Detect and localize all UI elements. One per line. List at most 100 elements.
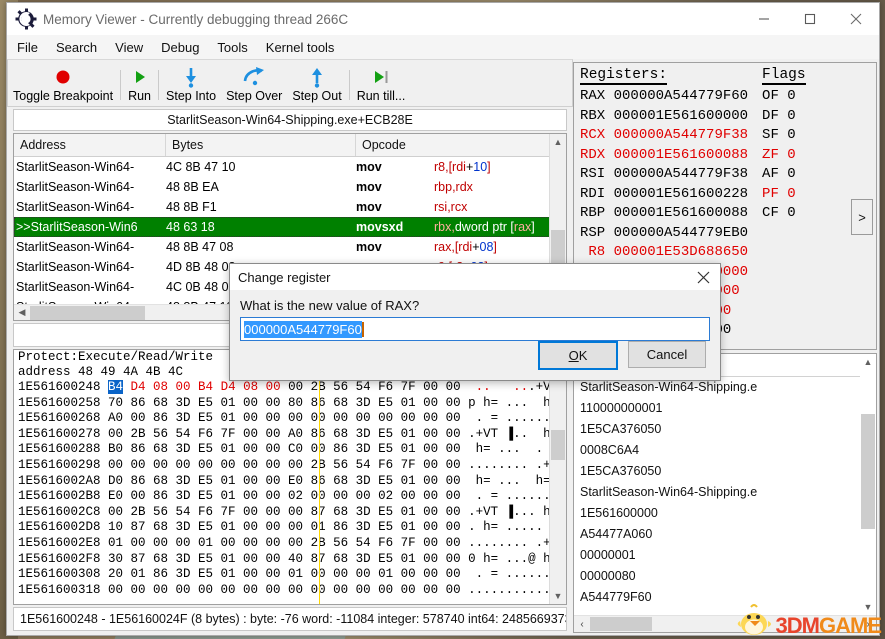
hex-row[interactable]: 1E5616002D8 10 87 68 3D E5 01 00 00 00 0…: [18, 520, 566, 536]
flags-column: Flags OF 0 DF 0 SF 0 ZF 0 AF 0 PF 0 CF 0: [762, 67, 806, 341]
register-row-rax[interactable]: RAX 000000A544779F60: [580, 88, 748, 104]
list-item[interactable]: 110000000001: [580, 398, 876, 419]
register-row-rsp[interactable]: RSP 000000A544779EB0: [580, 224, 748, 244]
scroll-down-icon[interactable]: ▼: [550, 588, 566, 604]
row-operands: r8,[rdi+10]: [434, 160, 491, 174]
hex-row[interactable]: 1E5616002E8 01 00 00 00 01 00 00 00 00 2…: [18, 536, 566, 552]
register-row-rcx[interactable]: RCX 000000A544779F38: [580, 126, 748, 146]
row-operands: rax,[rdi+08]: [434, 240, 497, 254]
hex-row[interactable]: 1E561600268 A0 00 86 3D E5 01 00 00 00 0…: [18, 411, 566, 427]
expand-registers-button[interactable]: >: [851, 199, 873, 235]
stack-rows: StarlitSeason-Win64-Shipping.e 110000000…: [574, 377, 876, 615]
register-row-rdi[interactable]: RDI 000001E561600228: [580, 185, 748, 205]
list-item[interactable]: 00000080: [580, 566, 876, 587]
disassembler-header: Address Bytes Opcode: [14, 134, 566, 157]
hex-row[interactable]: 1E561600248 B4 D4 08 00 B4 D4 08 00 00 2…: [18, 380, 566, 396]
hex-view: Protect:Execute/Read/Write address 48 49…: [13, 349, 567, 605]
step-out-button[interactable]: Step Out: [287, 62, 346, 106]
run-till-button[interactable]: Run till...: [352, 62, 411, 106]
list-item[interactable]: 1E5CA376050: [580, 419, 876, 440]
step-over-button[interactable]: Step Over: [221, 62, 287, 106]
menu-item-tools[interactable]: Tools: [217, 40, 247, 55]
column-header-opcode[interactable]: Opcode: [356, 134, 566, 156]
hex-vscroll-thumb[interactable]: [551, 430, 565, 460]
cancel-button[interactable]: Cancel: [628, 341, 706, 368]
hex-rows[interactable]: 1E561600248 B4 D4 08 00 B4 D4 08 00 00 2…: [14, 380, 566, 604]
menu-item-search[interactable]: Search: [56, 40, 97, 55]
flag-row-of[interactable]: OF 0: [762, 87, 806, 107]
column-header-address[interactable]: Address: [14, 134, 166, 156]
row-bytes: 4C 8B 47 10: [166, 160, 236, 174]
close-icon[interactable]: [686, 264, 720, 290]
row-address: StarlitSeason-Win64-: [16, 240, 135, 254]
list-item[interactable]: StarlitSeason-Win64-Shipping.e: [580, 482, 876, 503]
flag-row-cf[interactable]: CF 0: [762, 204, 806, 224]
menu-item-file[interactable]: File: [17, 40, 38, 55]
close-icon[interactable]: [833, 3, 879, 35]
flag-row-df[interactable]: DF 0: [762, 107, 806, 127]
module-address-bar[interactable]: StarlitSeason-Win64-Shipping.exe+ECB28E: [13, 109, 567, 131]
hex-row[interactable]: 1E561600258 70 86 68 3D E5 01 00 00 80 8…: [18, 396, 566, 412]
hex-row[interactable]: 1E5616002A8 D0 86 68 3D E5 01 00 00 E0 8…: [18, 474, 566, 490]
register-row-r8[interactable]: R8 000001E53D688650: [580, 243, 748, 263]
ok-button[interactable]: OK: [538, 341, 618, 370]
list-item[interactable]: 0008C6A4: [580, 440, 876, 461]
hex-row[interactable]: 1E561600278 00 2B 56 54 F6 7F 00 00 A0 8…: [18, 427, 566, 443]
toggle-breakpoint-button[interactable]: Toggle Breakpoint: [8, 62, 118, 106]
flag-row-af[interactable]: AF 0: [762, 165, 806, 185]
scroll-up-icon[interactable]: ▲: [860, 354, 876, 370]
column-header-bytes[interactable]: Bytes: [166, 134, 356, 156]
hex-row[interactable]: 1E5616002F8 30 87 68 3D E5 01 00 00 40 8…: [18, 552, 566, 568]
maximize-icon[interactable]: [787, 3, 833, 35]
green-play-icon: [131, 65, 149, 89]
menu-item-debug[interactable]: Debug: [161, 40, 199, 55]
table-row-current[interactable]: >>StarlitSeason-Win6 48 63 18 movsxd rbx…: [14, 217, 566, 237]
menu-item-kernel-tools[interactable]: Kernel tools: [266, 40, 335, 55]
register-value-text: 000000A544779F60: [244, 320, 362, 338]
step-out-label: Step Out: [292, 89, 342, 103]
table-row[interactable]: StarlitSeason-Win64- 48 8B F1 mov rsi,rc…: [14, 197, 566, 217]
watermark-part1: 3DM: [775, 613, 820, 638]
hex-row[interactable]: 1E561600308 20 01 86 3D E5 01 00 00 01 0…: [18, 567, 566, 583]
hex-row[interactable]: 1E561600288 B0 86 68 3D E5 01 00 00 C0 0…: [18, 442, 566, 458]
hscroll-thumb[interactable]: [30, 305, 145, 320]
hex-row[interactable]: 1E561600298 00 00 00 00 00 00 00 00 00 2…: [18, 458, 566, 474]
window-controls: [741, 3, 879, 35]
row-mnemonic: movsxd: [356, 220, 404, 234]
list-item[interactable]: 1E561600000: [580, 503, 876, 524]
hex-row[interactable]: 1E561600318 00 00 00 00 00 00 00 00 00 0…: [18, 583, 566, 599]
list-item[interactable]: 1E5CA376050: [580, 461, 876, 482]
flag-row-pf[interactable]: PF 0: [762, 185, 806, 205]
table-row[interactable]: StarlitSeason-Win64- 48 8B 47 08 mov rax…: [14, 237, 566, 257]
menu-bar: File Search View Debug Tools Kernel tool…: [7, 35, 879, 59]
minimize-icon[interactable]: [741, 3, 787, 35]
stack-vscroll-thumb[interactable]: [861, 414, 875, 529]
hex-vscrollbar[interactable]: ▲ ▼: [549, 350, 566, 604]
register-row-rbx[interactable]: RBX 000001E561600000: [580, 108, 748, 124]
register-value-input[interactable]: 000000A544779F60: [240, 317, 710, 341]
run-button[interactable]: Run: [123, 62, 156, 106]
hex-row[interactable]: 1E5616002B8 E0 00 86 3D E5 01 00 00 02 0…: [18, 489, 566, 505]
table-row[interactable]: StarlitSeason-Win64- 48 8B EA mov rbp,rd…: [14, 177, 566, 197]
hex-row[interactable]: 1E5616002C8 00 2B 56 54 F6 7F 00 00 00 8…: [18, 505, 566, 521]
change-register-dialog: Change register What is the new value of…: [229, 263, 721, 381]
register-row-rsi[interactable]: RSI 000000A544779F38: [580, 165, 748, 185]
register-row-rbp[interactable]: RBP 000001E561600088: [580, 204, 748, 224]
menu-item-view[interactable]: View: [115, 40, 143, 55]
stack-hscroll-thumb[interactable]: [590, 617, 652, 631]
flag-row-zf[interactable]: ZF 0: [762, 146, 806, 166]
flag-row-sf[interactable]: SF 0: [762, 126, 806, 146]
register-row-rdx[interactable]: RDX 000001E561600088: [580, 146, 748, 166]
scroll-left-icon[interactable]: ◀: [14, 307, 30, 318]
scroll-left-icon[interactable]: ‹: [574, 619, 590, 630]
row-address: StarlitSeason-Win64-: [16, 260, 135, 274]
step-into-button[interactable]: Step Into: [161, 62, 221, 106]
scroll-up-icon[interactable]: ▲: [550, 134, 566, 150]
row-operands: rbp,rdx: [434, 180, 473, 194]
stack-vscrollbar[interactable]: ▲ ▼: [860, 354, 876, 615]
run-label: Run: [128, 89, 152, 103]
debug-toolbar: Toggle Breakpoint Run Step Into Step Ove…: [7, 59, 573, 107]
table-row[interactable]: StarlitSeason-Win64- 4C 8B 47 10 mov r8,…: [14, 157, 566, 177]
list-item[interactable]: A54477A060: [580, 524, 876, 545]
list-item[interactable]: 00000001: [580, 545, 876, 566]
